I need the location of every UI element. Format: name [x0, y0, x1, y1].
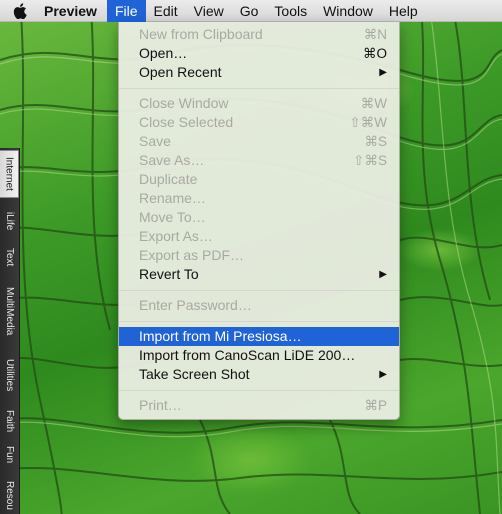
menu-separator: [119, 390, 399, 391]
shortcut-label: ⌘W: [360, 96, 387, 111]
menu-bar: Preview File Edit View Go Tools Window H…: [0, 0, 502, 22]
shortcut-label: ⌘P: [364, 398, 387, 413]
menu-item-import-mi-presiosa[interactable]: Import from Mi Presiosa…: [119, 327, 399, 346]
menu-item-rename[interactable]: Rename…: [119, 189, 399, 208]
menu-help[interactable]: Help: [381, 0, 426, 22]
menu-item-close-selected[interactable]: Close Selected ⇧⌘W: [119, 113, 399, 132]
menu-item-label: Rename…: [139, 190, 206, 206]
menu-item-new-from-clipboard[interactable]: New from Clipboard ⌘N: [119, 25, 399, 44]
side-tab-utilities[interactable]: Utilities: [0, 350, 19, 400]
submenu-arrow-icon: ▶: [379, 369, 387, 380]
menu-item-save[interactable]: Save ⌘S: [119, 132, 399, 151]
menu-item-label: Import from CanoScan LiDE 200…: [139, 347, 356, 363]
menu-item-label: Save: [139, 133, 171, 149]
side-tab-internet[interactable]: Internet: [0, 150, 19, 198]
menu-item-revert-to[interactable]: Revert To ▶: [119, 265, 399, 284]
side-tab-faith[interactable]: Faith: [0, 406, 19, 436]
shortcut-label: ⇧⌘S: [353, 153, 387, 168]
menu-item-label: New from Clipboard: [139, 26, 263, 42]
menu-item-take-screen-shot[interactable]: Take Screen Shot ▶: [119, 365, 399, 384]
menu-item-label: Open Recent: [139, 64, 222, 80]
menu-item-label: Export as PDF…: [139, 247, 245, 263]
menu-item-export-as-pdf[interactable]: Export as PDF…: [119, 246, 399, 265]
menu-go[interactable]: Go: [232, 0, 267, 22]
shortcut-label: ⇧⌘W: [349, 115, 387, 130]
menu-item-export-as[interactable]: Export As…: [119, 227, 399, 246]
menu-item-open-recent[interactable]: Open Recent ▶: [119, 63, 399, 82]
menu-item-label: Close Selected: [139, 114, 234, 130]
menu-edit[interactable]: Edit: [146, 0, 186, 22]
menu-tools[interactable]: Tools: [266, 0, 315, 22]
drawer-side-tabs: Internet iLife Text MultiMedia Utilities…: [0, 148, 20, 514]
submenu-arrow-icon: ▶: [379, 67, 387, 78]
menu-item-label: Import from Mi Presiosa…: [139, 328, 302, 344]
menu-item-save-as[interactable]: Save As… ⇧⌘S: [119, 151, 399, 170]
menu-item-label: Take Screen Shot: [139, 366, 250, 382]
menu-file[interactable]: File: [106, 0, 146, 22]
side-tab-ilife[interactable]: iLife: [0, 204, 19, 238]
file-menu-dropdown: New from Clipboard ⌘N Open… ⌘O Open Rece…: [118, 22, 400, 420]
menu-item-import-canoscan[interactable]: Import from CanoScan LiDE 200…: [119, 346, 399, 365]
side-tab-resources[interactable]: Resou: [0, 476, 19, 514]
menu-separator: [119, 321, 399, 322]
menu-item-duplicate[interactable]: Duplicate: [119, 170, 399, 189]
menu-item-label: Enter Password…: [139, 297, 252, 313]
menu-item-close-window[interactable]: Close Window ⌘W: [119, 94, 399, 113]
menu-separator: [119, 88, 399, 89]
side-tab-fun[interactable]: Fun: [0, 442, 19, 468]
menu-window[interactable]: Window: [315, 0, 381, 22]
menu-item-label: Close Window: [139, 95, 229, 111]
shortcut-label: ⌘N: [363, 27, 387, 42]
menu-item-label: Export As…: [139, 228, 213, 244]
shortcut-label: ⌘O: [362, 46, 387, 61]
side-tab-text[interactable]: Text: [0, 242, 19, 272]
menu-item-label: Duplicate: [139, 171, 198, 187]
menu-item-move-to[interactable]: Move To…: [119, 208, 399, 227]
menu-separator: [119, 290, 399, 291]
menu-item-label: Revert To: [139, 266, 199, 282]
menu-item-label: Open…: [139, 45, 188, 61]
menu-preview[interactable]: Preview: [34, 0, 107, 22]
menu-item-label: Move To…: [139, 209, 206, 225]
menu-item-label: Save As…: [139, 152, 205, 168]
apple-icon[interactable]: [6, 0, 34, 22]
menu-item-print[interactable]: Print… ⌘P: [119, 396, 399, 415]
shortcut-label: ⌘S: [364, 134, 387, 149]
menu-view[interactable]: View: [186, 0, 232, 22]
menu-item-enter-password[interactable]: Enter Password…: [119, 296, 399, 315]
menu-item-label: Print…: [139, 397, 182, 413]
submenu-arrow-icon: ▶: [379, 269, 387, 280]
menu-item-open[interactable]: Open… ⌘O: [119, 44, 399, 63]
side-tab-multimedia[interactable]: MultiMedia: [0, 278, 19, 344]
